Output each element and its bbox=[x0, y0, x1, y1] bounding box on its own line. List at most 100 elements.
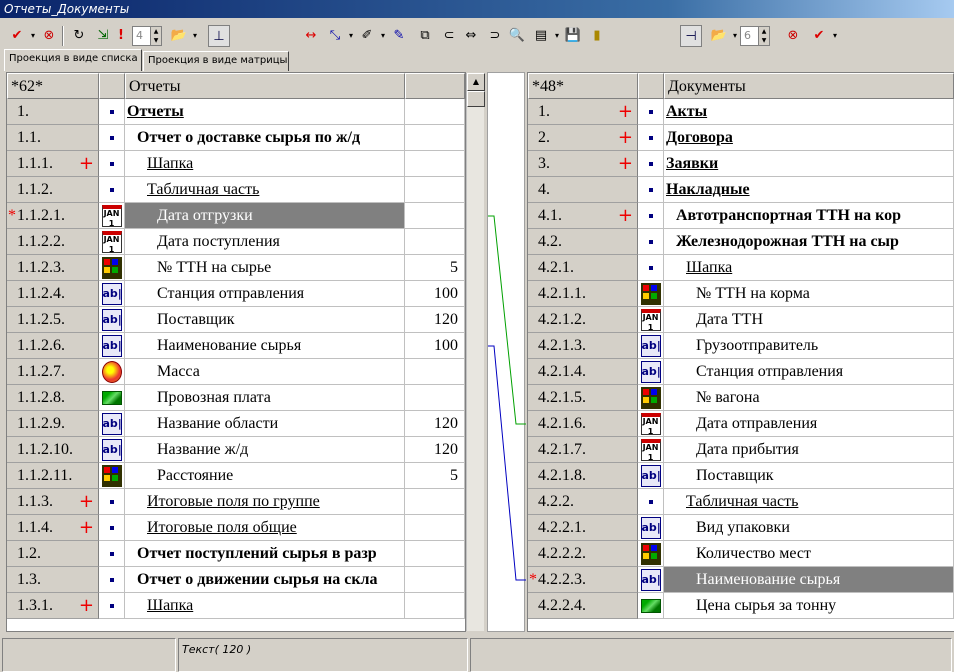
cancel-icon[interactable]: ⊗ bbox=[38, 25, 60, 47]
row-name[interactable]: Дата отправления bbox=[664, 411, 954, 437]
exclamation-icon[interactable]: ! bbox=[110, 25, 132, 47]
spinner-arrows[interactable]: ▲ ▼ bbox=[150, 27, 161, 45]
field-link-line[interactable] bbox=[488, 345, 526, 581]
header-icon-col[interactable] bbox=[99, 73, 125, 99]
tree-row[interactable]: 4. Накладные bbox=[528, 177, 954, 203]
tree-row[interactable]: 4.2.1.2. JAN 1 Дата ТТН bbox=[528, 307, 954, 333]
save-icon[interactable]: 💾 bbox=[562, 25, 584, 47]
row-name[interactable]: № ТТН на корма bbox=[664, 281, 954, 307]
row-name[interactable]: Отчеты bbox=[125, 99, 405, 125]
reports-tree-panel[interactable]: *62* Отчеты 1. Отчеты 1.1. Отчет о доставке с… bbox=[6, 72, 466, 632]
row-name[interactable]: Цена сырья за тонну bbox=[664, 593, 954, 619]
row-name[interactable]: Поставщик bbox=[125, 307, 405, 333]
tree-row[interactable]: 1.1.4. + Итоговые поля общие bbox=[7, 515, 465, 541]
header-name[interactable]: Отчеты bbox=[125, 73, 405, 99]
exit-icon[interactable]: ▮ bbox=[586, 25, 608, 47]
row-name[interactable]: № ТТН на сырье bbox=[125, 255, 405, 281]
tree-row[interactable]: 4.2.1. Шапка bbox=[528, 255, 954, 281]
tree-row[interactable]: 4.2.1.4. ab| Станция отправления bbox=[528, 359, 954, 385]
tree-row[interactable]: 1.1.2.6. ab| Наименование сырья 100 bbox=[7, 333, 465, 359]
row-name[interactable]: Табличная часть bbox=[125, 177, 405, 203]
tree-row[interactable]: 4.2.1.8. ab| Поставщик bbox=[528, 463, 954, 489]
row-name[interactable]: Наименование сырья bbox=[664, 567, 954, 593]
tree-row[interactable]: 4.2.2.4. Цена сырья за тонну bbox=[528, 593, 954, 619]
export-icon[interactable]: ▤ bbox=[530, 25, 559, 47]
tree-row[interactable]: 1.2. Отчет поступлений сырья в разр bbox=[7, 541, 465, 567]
folder-open-icon[interactable]: 📂 bbox=[168, 25, 197, 47]
row-name[interactable]: Договора bbox=[664, 125, 954, 151]
tree-row[interactable]: 1.3. Отчет о движении сырья на скла bbox=[7, 567, 465, 593]
tree-row[interactable]: 1.1. Отчет о доставке сырья по ж/д bbox=[7, 125, 465, 151]
row-name[interactable]: Автотранспортная ТТН на кор bbox=[664, 203, 954, 229]
tree-row[interactable]: 4.2.1.3. ab| Грузоотправитель bbox=[528, 333, 954, 359]
folder-open-icon-right[interactable]: 📂 bbox=[708, 25, 737, 47]
tab-matrix-projection[interactable]: Проекция в виде матрицы bbox=[143, 51, 289, 71]
tree-row[interactable]: 4.2.1.1. № ТТН на корма bbox=[528, 281, 954, 307]
tree-row[interactable]: 4.2.1.7. JAN 1 Дата прибытия bbox=[528, 437, 954, 463]
row-name[interactable]: Итоговые поля общие bbox=[125, 515, 405, 541]
row-name[interactable]: Грузоотправитель bbox=[664, 333, 954, 359]
link-right-icon[interactable]: ⊃ bbox=[484, 25, 506, 47]
documents-tree-panel[interactable]: *48* Документы 1. + Акты 2. + Договора 3. + Заявки… bbox=[527, 72, 954, 632]
tree-row[interactable]: 1.3.1. + Шапка bbox=[7, 593, 465, 619]
row-name[interactable]: Расстояние bbox=[125, 463, 405, 489]
row-name[interactable]: Название области bbox=[125, 411, 405, 437]
header-count[interactable]: *62* bbox=[7, 73, 99, 99]
tree-row[interactable]: 4.1. + Автотранспортная ТТН на кор bbox=[528, 203, 954, 229]
row-name[interactable]: Количество мест bbox=[664, 541, 954, 567]
row-name[interactable]: Заявки bbox=[664, 151, 954, 177]
header-name[interactable]: Документы bbox=[664, 73, 954, 99]
refresh-icon[interactable]: ↻ bbox=[68, 25, 90, 47]
tree-row[interactable]: 3. + Заявки bbox=[528, 151, 954, 177]
header-icon-col[interactable] bbox=[638, 73, 664, 99]
row-name[interactable]: Накладные bbox=[664, 177, 954, 203]
expand-plus-icon[interactable]: + bbox=[79, 151, 94, 176]
row-name[interactable]: Шапка bbox=[125, 151, 405, 177]
row-name[interactable]: Отчет о движении сырья на скла bbox=[125, 567, 405, 593]
header-count[interactable]: *48* bbox=[528, 73, 638, 99]
row-name[interactable]: Итоговые поля по группе bbox=[125, 489, 405, 515]
tree-row[interactable]: 1.1.1. + Шапка bbox=[7, 151, 465, 177]
tree-row[interactable]: 1.1.2.3. № ТТН на сырье 5 bbox=[7, 255, 465, 281]
tree-row[interactable]: 4.2.1.6. JAN 1 Дата отправления bbox=[528, 411, 954, 437]
tree-row[interactable]: 4.2.2. Табличная часть bbox=[528, 489, 954, 515]
eraser-icon[interactable]: ✐ bbox=[356, 25, 385, 47]
row-name[interactable]: Дата отгрузки bbox=[125, 203, 405, 229]
tree-row[interactable]: 1. + Акты bbox=[528, 99, 954, 125]
expand-plus-icon[interactable]: + bbox=[79, 593, 94, 618]
row-name[interactable]: Дата поступления bbox=[125, 229, 405, 255]
tree-row[interactable]: 1.1.2.11. Расстояние 5 bbox=[7, 463, 465, 489]
tree-row[interactable]: 4.2.2.2. Количество мест bbox=[528, 541, 954, 567]
header-value[interactable] bbox=[405, 73, 465, 99]
tree-row[interactable]: 1.1.2.10. ab| Название ж/д 120 bbox=[7, 437, 465, 463]
row-name[interactable]: № вагона bbox=[664, 385, 954, 411]
expand-plus-icon[interactable]: + bbox=[79, 489, 94, 514]
wand-icon[interactable]: ✎ bbox=[388, 25, 410, 47]
tree-row[interactable]: 1.1.2.7. Масса bbox=[7, 359, 465, 385]
tree-row[interactable]: 4.2.1.5. № вагона bbox=[528, 385, 954, 411]
spinner-arrows-right[interactable]: ▲ ▼ bbox=[758, 27, 769, 45]
row-name[interactable]: Отчет поступлений сырья в разр bbox=[125, 541, 405, 567]
row-name[interactable]: Отчет о доставке сырья по ж/д bbox=[125, 125, 405, 151]
cancel-icon-right[interactable]: ⊗ bbox=[782, 25, 804, 47]
row-name[interactable]: Шапка bbox=[664, 255, 954, 281]
tree-row[interactable]: 2. + Договора bbox=[528, 125, 954, 151]
tree-row[interactable]: * 1.1.2.1. JAN 1 Дата отгрузки bbox=[7, 203, 465, 229]
check-icon-right[interactable]: ✔ bbox=[808, 25, 837, 47]
expand-plus-icon[interactable]: + bbox=[618, 99, 633, 124]
left-level-spinner[interactable]: 4 ▲ ▼ bbox=[132, 26, 162, 46]
link-left-icon[interactable]: ⊂ bbox=[438, 25, 460, 47]
scroll-thumb[interactable] bbox=[467, 91, 485, 107]
tree-row[interactable]: 4.2.2.1. ab| Вид упаковки bbox=[528, 515, 954, 541]
tree-view-icon[interactable]: ⊥ bbox=[208, 25, 230, 47]
layout-icon[interactable]: ⊣ bbox=[680, 25, 702, 47]
row-name[interactable]: Наименование сырья bbox=[125, 333, 405, 359]
tree-row[interactable]: 1.1.2.4. ab| Станция отправления 100 bbox=[7, 281, 465, 307]
horizontal-arrows-icon[interactable]: ↔ bbox=[300, 25, 322, 47]
tree-row[interactable]: 1.1.2.5. ab| Поставщик 120 bbox=[7, 307, 465, 333]
row-name[interactable]: Название ж/д bbox=[125, 437, 405, 463]
scroll-up-button[interactable]: ▲ bbox=[467, 73, 485, 91]
tree-row[interactable]: 4.2. Железнодорожная ТТН на сыр bbox=[528, 229, 954, 255]
row-name[interactable]: Табличная часть bbox=[664, 489, 954, 515]
link-both-icon[interactable]: ⇔ bbox=[460, 25, 482, 47]
